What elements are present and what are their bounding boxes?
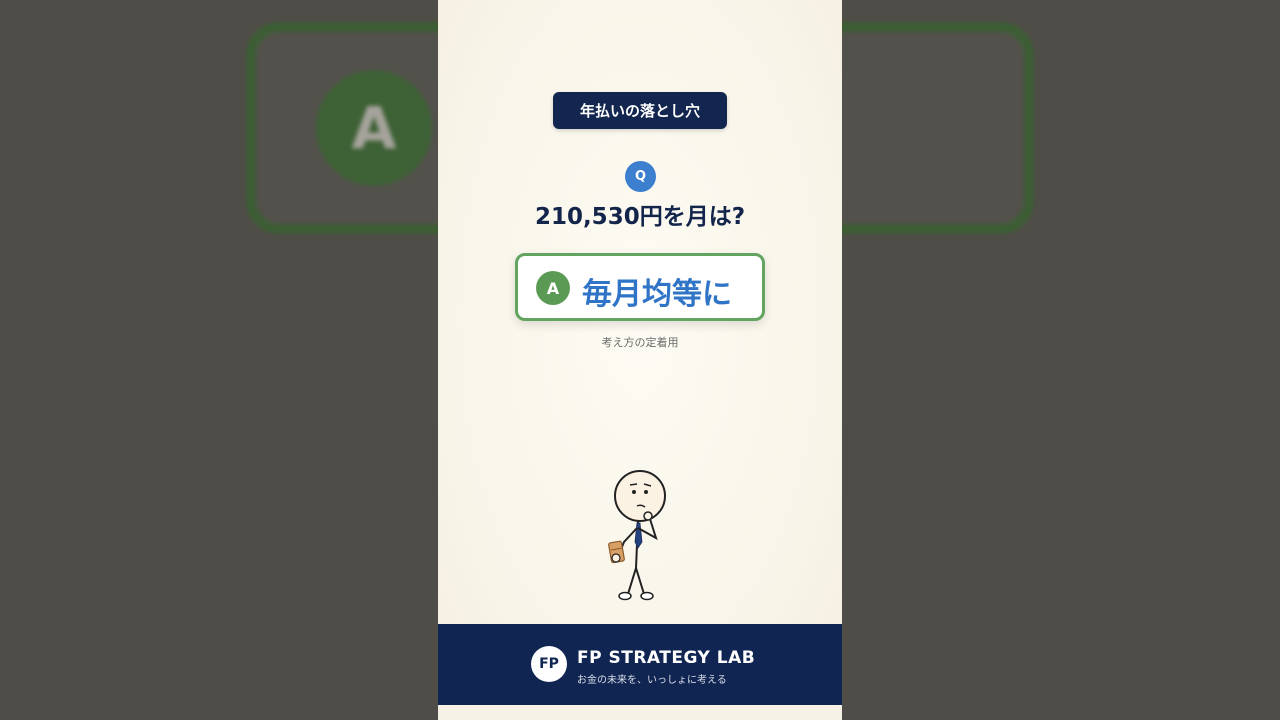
- fp-logo: FP: [531, 646, 567, 682]
- answer-box: A 毎月均等に: [515, 253, 765, 321]
- topic-label: 年払いの落とし穴: [553, 92, 727, 129]
- answer-text: 毎月均等に: [582, 277, 732, 312]
- card-bottom-strip: [438, 705, 842, 720]
- question-badge: Q: [625, 161, 656, 192]
- brand-footer: FP FP STRATEGY LAB お金の未来を、いっしょに考える: [438, 624, 842, 705]
- brand-tagline: お金の未来を、いっしょに考える: [577, 675, 727, 686]
- caption: 考え方の定着用: [601, 336, 679, 349]
- thinking-character-icon: [608, 470, 666, 601]
- brand-name: FP STRATEGY LAB: [577, 648, 756, 668]
- short-video-card: 年払いの落とし穴 Q 210,530円を月は? A 毎月均等に 考え方の定着用: [438, 0, 842, 705]
- answer-badge: A: [536, 271, 570, 305]
- question-text: 210,530円を月は?: [534, 204, 746, 230]
